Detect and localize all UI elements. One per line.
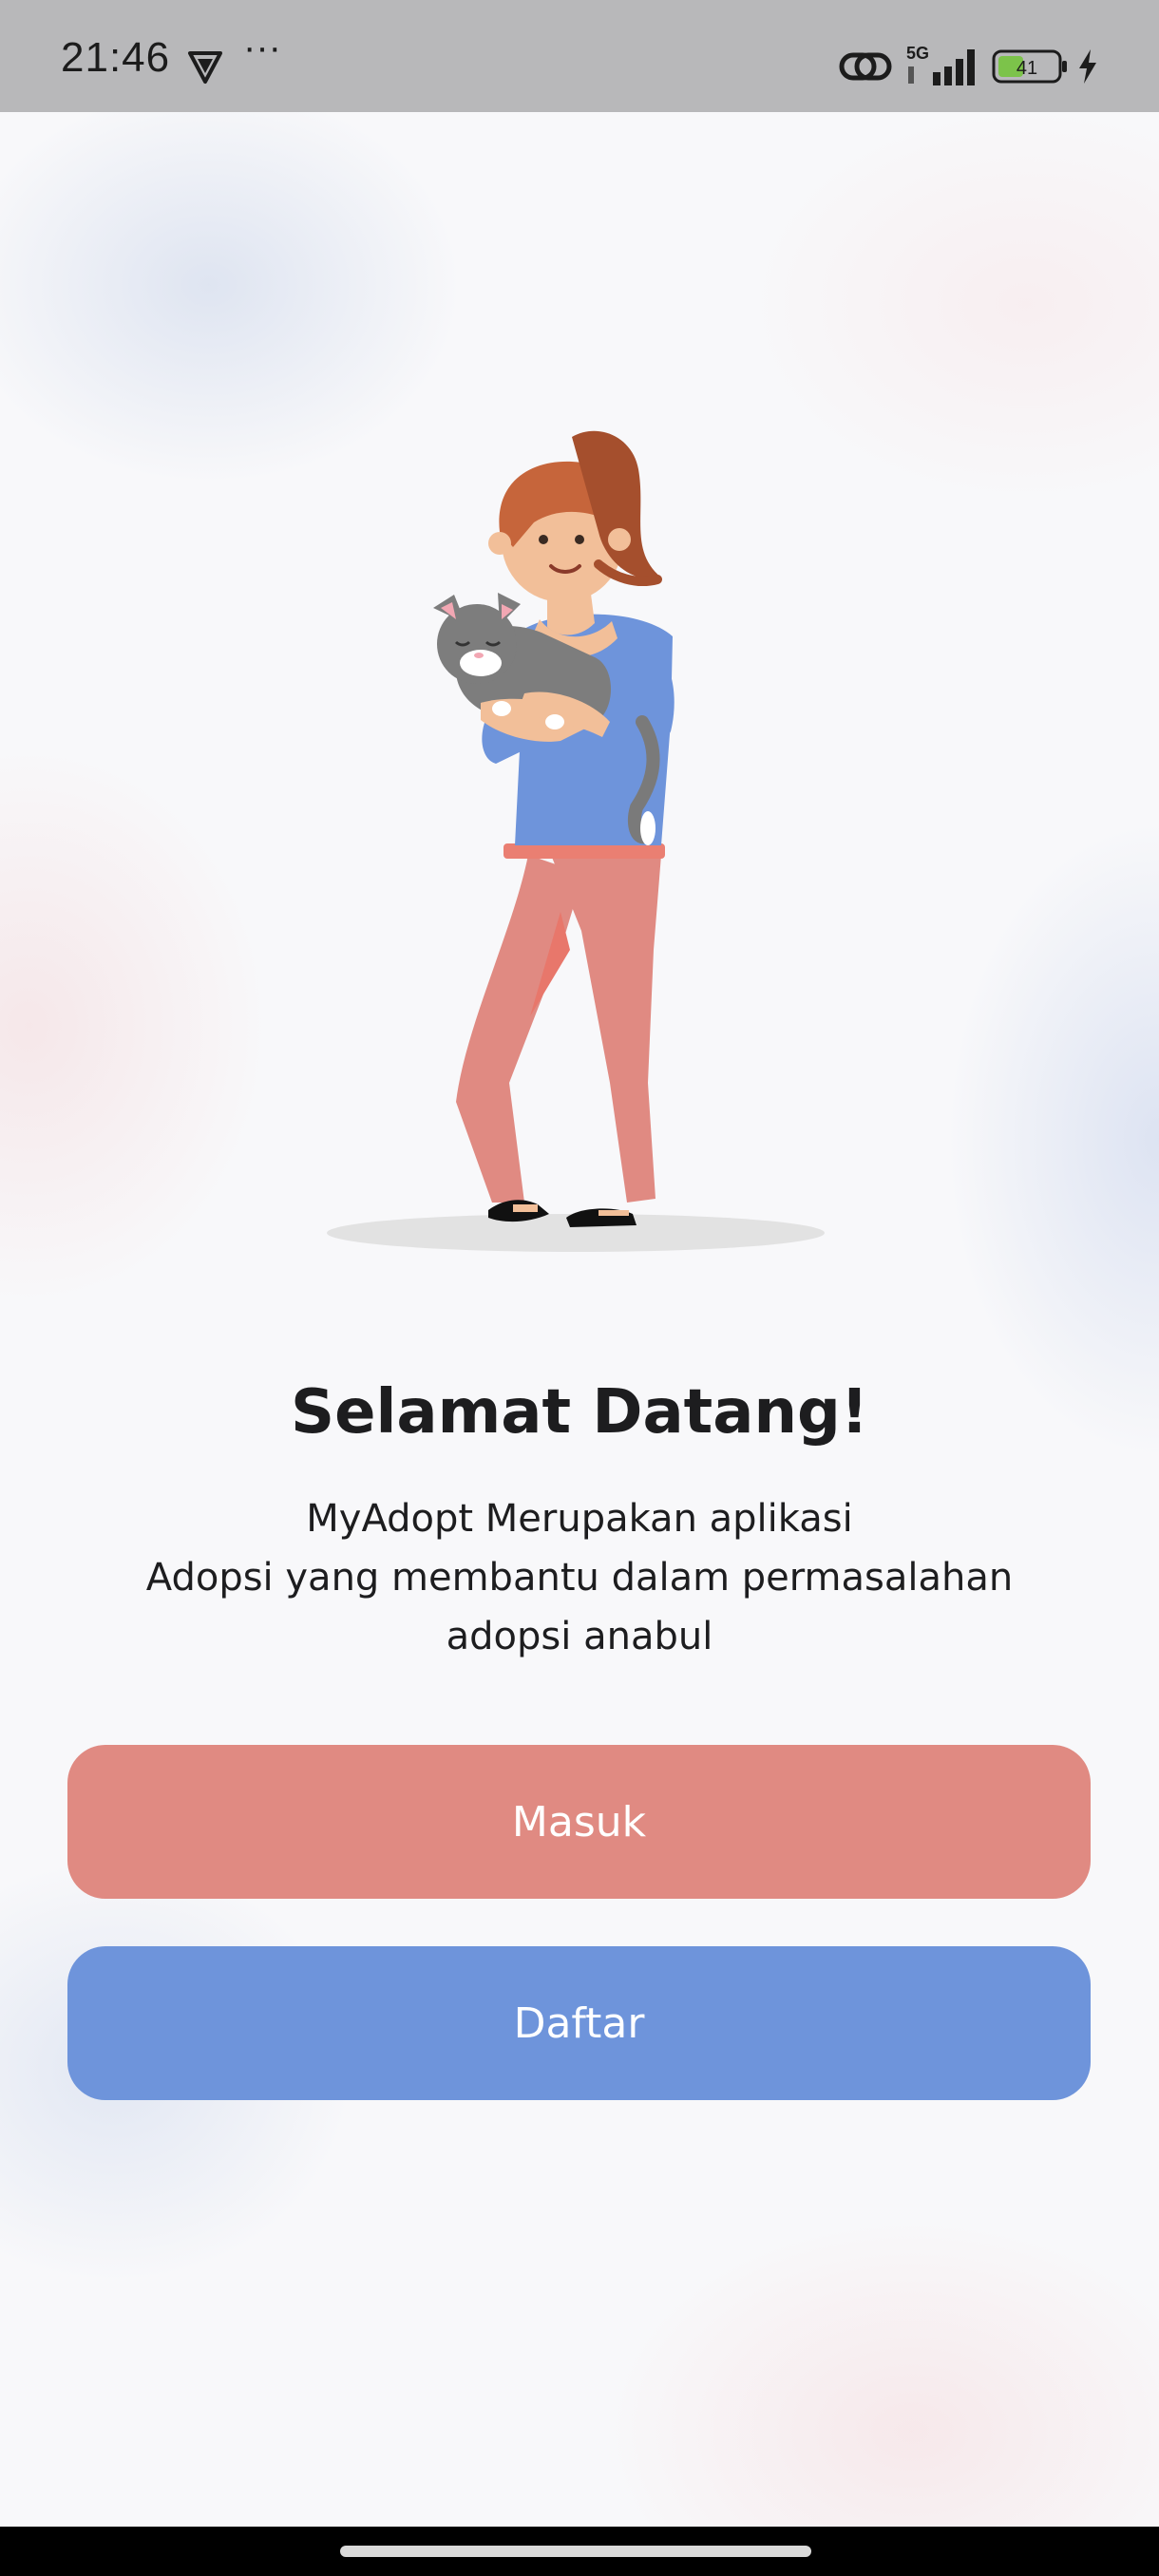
network-type-label: 5G — [906, 44, 929, 63]
register-button[interactable]: Daftar — [67, 1946, 1091, 2100]
signal-icon: 5G — [906, 44, 975, 85]
vpn-shield-icon — [188, 51, 222, 84]
home-indicator[interactable] — [340, 2546, 811, 2557]
welcome-description: MyAdopt Merupakan aplikasi Adopsi yang m… — [145, 1497, 1014, 1658]
battery-icon: 41 — [992, 49, 1067, 84]
woman-holding-cat-illustration — [327, 430, 825, 1252]
link-icon — [839, 52, 892, 81]
login-button[interactable]: Masuk — [67, 1745, 1091, 1899]
more-notifications-icon: ··· — [243, 27, 281, 68]
status-time: 21:46 — [61, 34, 171, 81]
register-button-label: Daftar — [513, 1998, 645, 2048]
welcome-screen: 21:46 ··· 5G 41 Selamat Datang! MyAdopt … — [0, 0, 1159, 2576]
charging-icon — [1079, 49, 1096, 84]
welcome-title: Selamat Datang! — [290, 1377, 869, 1448]
login-button-label: Masuk — [511, 1797, 647, 1847]
battery-level-label: 41 — [1016, 58, 1037, 79]
status-bar: 21:46 ··· 5G 41 — [0, 0, 1159, 112]
